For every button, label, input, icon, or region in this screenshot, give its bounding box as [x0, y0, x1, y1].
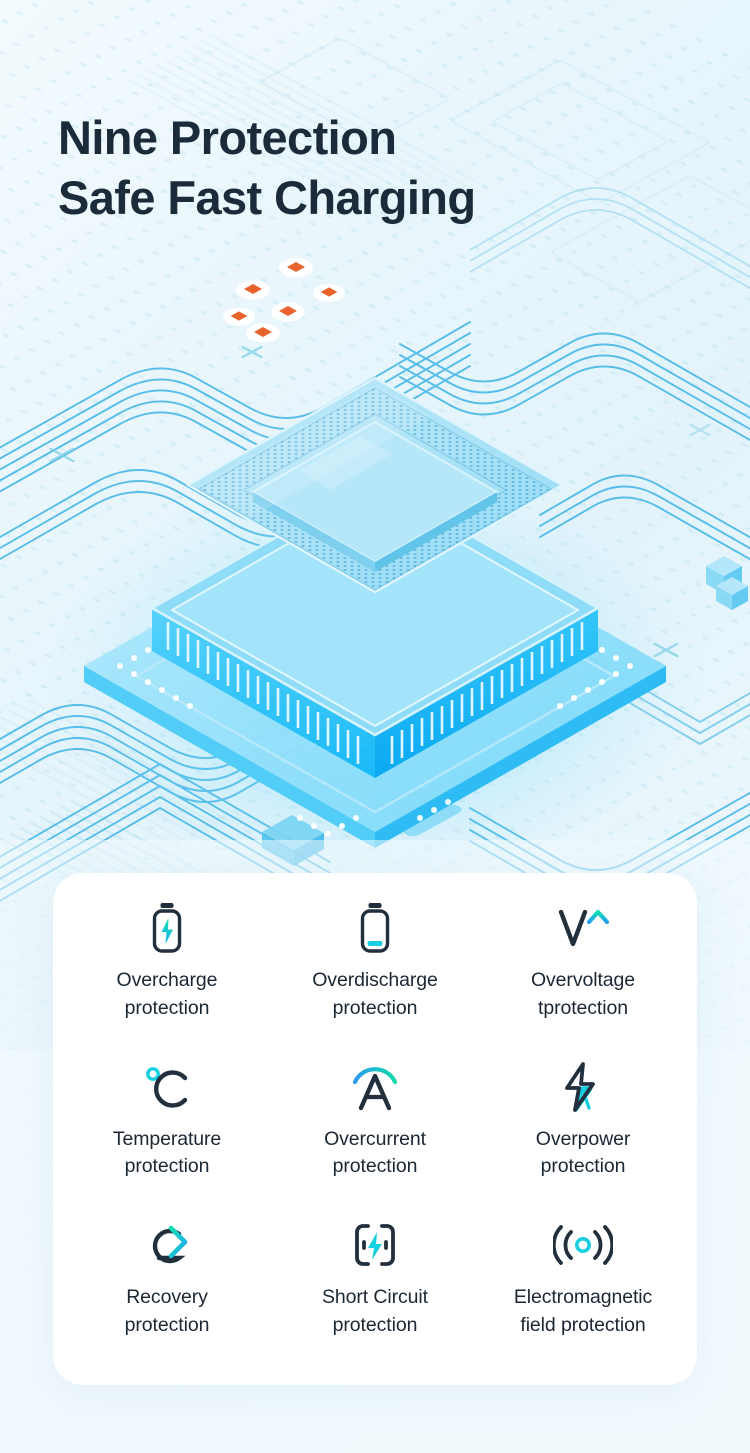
celsius-degree-icon	[141, 1060, 193, 1114]
battery-low-icon	[355, 901, 395, 955]
feature-recovery: Recovery protection	[63, 1212, 271, 1371]
feature-label: Overpower protection	[535, 1127, 631, 1178]
battery-charging-icon	[147, 901, 187, 955]
feature-overvoltage: Overvoltage tprotection	[479, 895, 687, 1054]
bolt-ampere-icon	[558, 1060, 608, 1114]
electromagnetic-wave-icon	[553, 1218, 613, 1272]
feature-label: Short Circuit protection	[322, 1286, 428, 1337]
page-title: Nine Protection Safe Fast Charging	[58, 111, 476, 225]
feature-overpower: Overpower protection	[479, 1054, 687, 1213]
feature-label: Temperature protection	[112, 1127, 222, 1178]
protection-features-card: Overcharge protection Overdischarge prot…	[53, 873, 697, 1385]
feature-overcharge: Overcharge protection	[63, 895, 271, 1054]
feature-label: Overcurrent protection	[324, 1127, 426, 1178]
feature-label: Overdischarge protection	[312, 969, 438, 1019]
feature-temperature: Temperature protection	[63, 1054, 271, 1213]
feature-label: Recovery protection	[124, 1286, 210, 1337]
recovery-arrow-icon	[139, 1218, 195, 1272]
feature-overcurrent: Overcurrent protection	[271, 1054, 479, 1213]
ampere-arc-icon	[349, 1060, 401, 1114]
short-circuit-icon	[350, 1218, 400, 1272]
feature-short-circuit: Short Circuit protection	[271, 1212, 479, 1371]
feature-overdischarge: Overdischarge protection	[271, 895, 479, 1054]
feature-electromagnetic: Electromagnetic field protection	[479, 1212, 687, 1371]
voltage-up-arrow-icon	[555, 901, 611, 955]
feature-label: Overvoltage tprotection	[530, 969, 636, 1019]
promo-poster: Nine Protection Safe Fast Charging Overc…	[0, 0, 750, 1453]
feature-label: Overcharge protection	[116, 969, 218, 1019]
feature-label: Electromagnetic field protection	[513, 1286, 653, 1337]
